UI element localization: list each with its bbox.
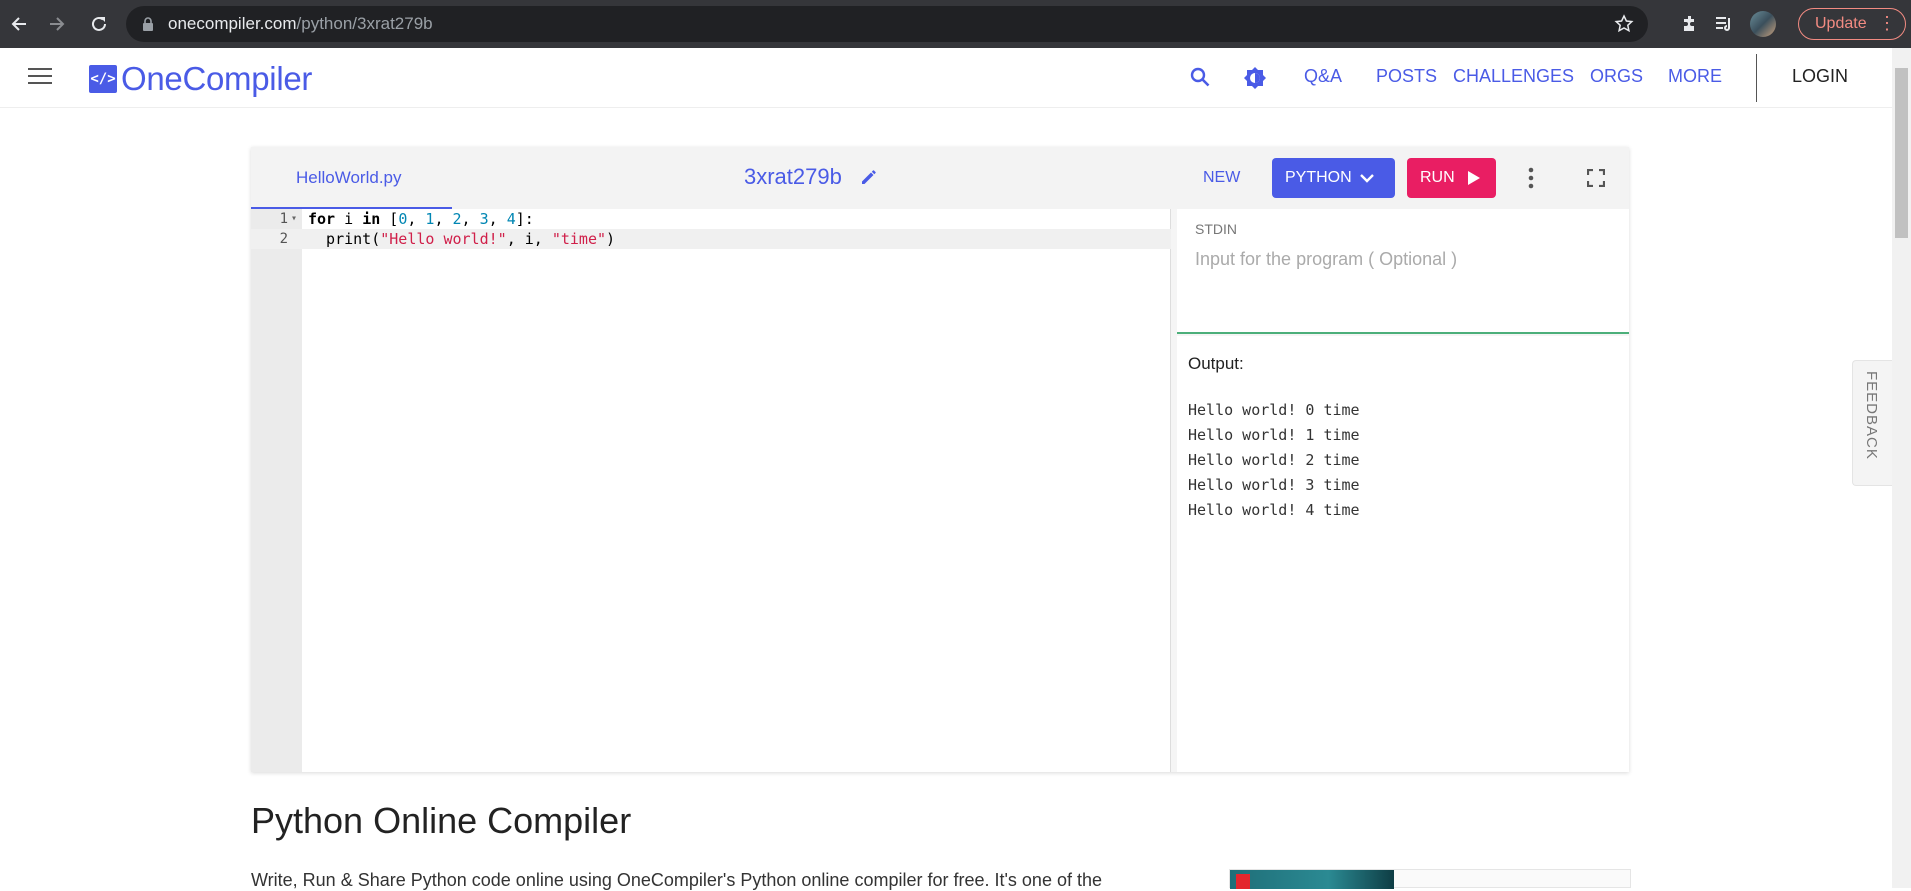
address-bar[interactable]: onecompiler.com/python/3xrat279b [126, 6, 1648, 42]
file-name: HelloWorld.py [296, 168, 402, 187]
nav-more[interactable]: MORE [1668, 66, 1722, 87]
nav-orgs[interactable]: ORGS [1590, 66, 1643, 87]
run-label: RUN [1420, 169, 1455, 186]
stdin-label: STDIN [1195, 221, 1237, 237]
search-icon[interactable] [1189, 66, 1211, 88]
code-editor[interactable]: 1 ▾ for i in [0, 1, 2, 3, 4]: 2 print("H… [251, 209, 1171, 772]
stdin-panel: STDIN [1177, 209, 1629, 334]
nav-qa[interactable]: Q&A [1304, 66, 1342, 87]
output-lines: Hello world! 0 time Hello world! 1 time … [1188, 398, 1360, 523]
header-divider [1756, 54, 1757, 102]
play-icon [1467, 171, 1480, 185]
chevron-down-icon [1359, 174, 1374, 183]
url-path: /python/3xrat279b [296, 14, 433, 33]
nav-posts[interactable]: POSTS [1376, 66, 1437, 87]
nav-challenges[interactable]: CHALLENGES [1453, 66, 1574, 87]
output-panel: Output: Hello world! 0 time Hello world!… [1177, 336, 1629, 772]
logo-mark: </> [89, 65, 117, 93]
login-link[interactable]: LOGIN [1792, 66, 1848, 87]
run-button[interactable]: RUN [1407, 158, 1496, 198]
update-button[interactable]: Update ⋮ [1798, 8, 1906, 40]
ad-banner[interactable] [1229, 869, 1631, 889]
line-number: 2 [279, 231, 288, 247]
code-id: 3xrat279b [744, 164, 842, 189]
output-line: Hello world! 3 time [1188, 476, 1360, 494]
output-label: Output: [1188, 354, 1244, 373]
output-line: Hello world! 4 time [1188, 501, 1360, 519]
extensions-icon[interactable] [1680, 14, 1700, 34]
output-line: Hello world! 0 time [1188, 401, 1360, 419]
site-header: </> OneCompiler Q&A POSTS CHALLENGES ORG… [0, 48, 1892, 108]
bookmark-star-icon[interactable] [1614, 14, 1634, 34]
update-label: Update [1815, 15, 1867, 32]
reload-icon[interactable] [82, 7, 116, 41]
edit-pencil-icon[interactable] [859, 167, 879, 187]
file-tab[interactable]: HelloWorld.py [251, 147, 452, 209]
output-line: Hello world! 2 time [1188, 451, 1360, 469]
theme-toggle-icon[interactable] [1243, 66, 1267, 90]
hamburger-menu-icon[interactable] [28, 68, 52, 86]
feedback-tab[interactable]: FEEDBACK [1852, 360, 1892, 486]
code-line[interactable]: 2 print("Hello world!", i, "time") [251, 229, 1171, 249]
back-icon[interactable] [2, 7, 36, 41]
page-scrollbar[interactable] [1892, 48, 1911, 888]
fold-arrow-icon[interactable]: ▾ [291, 209, 297, 229]
code-text: print("Hello world!", i, "time") [308, 230, 616, 248]
scrollbar-thumb[interactable] [1895, 68, 1908, 238]
output-line: Hello world! 1 time [1188, 426, 1360, 444]
line-number: 1 [279, 211, 288, 227]
code-line[interactable]: 1 ▾ for i in [0, 1, 2, 3, 4]: [251, 209, 1171, 229]
line-gutter [251, 209, 302, 772]
new-button[interactable]: NEW [1203, 169, 1240, 187]
page-title: Python Online Compiler [251, 800, 632, 841]
url-host: onecompiler.com [168, 14, 297, 33]
browser-toolbar: onecompiler.com/python/3xrat279b Update … [0, 0, 1911, 48]
forward-icon[interactable] [40, 7, 74, 41]
profile-avatar[interactable] [1750, 11, 1776, 37]
language-label: PYTHON [1285, 169, 1352, 186]
reading-list-icon[interactable] [1714, 14, 1736, 34]
feedback-label: FEEDBACK [1863, 371, 1880, 460]
editor-toolbar: HelloWorld.py 3xrat279b NEW PYTHON RUN [251, 147, 1629, 209]
lock-icon [143, 17, 153, 31]
menu-dots-icon: ⋮ [1878, 13, 1896, 33]
logo[interactable]: </> OneCompiler [89, 60, 312, 98]
language-select[interactable]: PYTHON [1272, 158, 1395, 198]
stdin-input[interactable] [1195, 249, 1615, 270]
more-options-icon[interactable] [1528, 167, 1534, 189]
fullscreen-icon[interactable] [1587, 169, 1605, 187]
logo-text: OneCompiler [121, 60, 313, 97]
ad-image [1230, 870, 1394, 889]
editor-panel: HelloWorld.py 3xrat279b NEW PYTHON RUN 1… [251, 147, 1629, 772]
code-text: for i in [0, 1, 2, 3, 4]: [308, 210, 534, 228]
